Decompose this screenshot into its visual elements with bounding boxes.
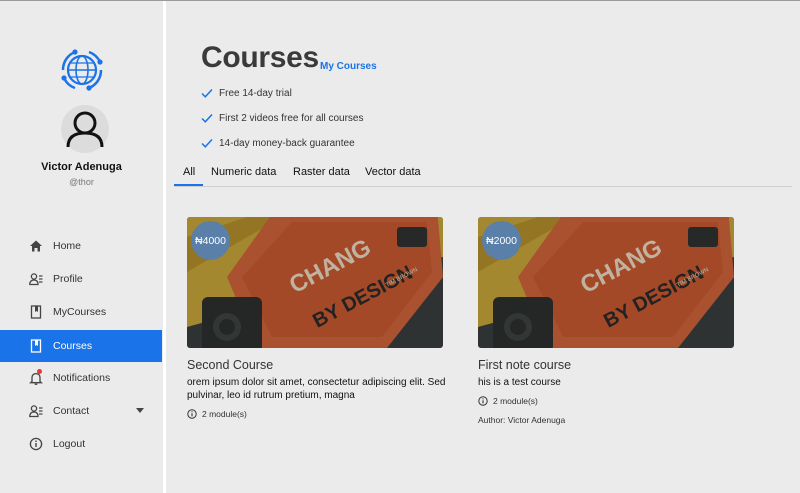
sidebar-item-label: MyCourses [53, 306, 107, 318]
sidebar-item-notifications[interactable]: Notifications [0, 362, 162, 394]
sidebar-item-logout[interactable]: Logout [0, 428, 162, 460]
sidebar-item-mycourses[interactable]: MyCourses [0, 296, 162, 328]
profile-icon [29, 273, 43, 286]
sidebar-item-label: Logout [53, 438, 86, 450]
sidebar-item-label: Profile [53, 273, 83, 285]
check-icon [201, 138, 213, 148]
active-tab-indicator [174, 184, 203, 186]
feature-item: First 2 videos free for all courses [201, 112, 461, 128]
price-badge: ₦4000 [191, 221, 230, 260]
feature-item: 14-day money-back guarantee [201, 137, 461, 153]
my-courses-link[interactable]: My Courses [320, 61, 377, 72]
feature-item: Free 14-day trial [201, 87, 461, 103]
person-icon [66, 111, 104, 148]
course-thumbnail[interactable]: CHANG BY DESIGN TIM BROWN ₦2000 [478, 217, 734, 348]
tab-vector-data[interactable]: Vector data [365, 166, 421, 178]
course-description: his is a test course [478, 377, 561, 388]
tab-all[interactable]: All [183, 166, 195, 178]
course-description: orem ipsum dolor sit amet, consectetur a… [187, 377, 446, 401]
course-author: Author: Victor Adenuga [478, 415, 566, 425]
feature-text: First 2 videos free for all courses [219, 113, 364, 124]
user-name: Victor Adenuga [41, 161, 122, 173]
module-count: 2 module(s) [202, 409, 247, 419]
page-title: Courses [201, 41, 319, 74]
book-icon [30, 305, 42, 319]
course-title[interactable]: Second Course [187, 358, 273, 372]
tab-numeric-data[interactable]: Numeric data [211, 166, 276, 178]
contact-icon [29, 405, 43, 418]
sidebar-item-profile[interactable]: Profile [0, 263, 162, 295]
home-icon [30, 240, 42, 252]
module-count: 2 module(s) [493, 396, 538, 406]
info-icon [187, 409, 197, 419]
avatar[interactable] [61, 105, 109, 153]
sidebar-item-label: Notifications [53, 372, 111, 384]
feature-text: 14-day money-back guarantee [219, 138, 355, 149]
sidebar-item-contact[interactable]: Contact [0, 395, 162, 427]
sidebar-item-label: Home [53, 240, 82, 252]
chevron-down-icon[interactable] [136, 408, 144, 413]
sidebar-item-courses[interactable]: Courses [0, 330, 162, 362]
notification-badge [37, 369, 42, 374]
user-handle: @thor [69, 177, 94, 187]
info-icon [29, 437, 43, 451]
sidebar: Victor Adenuga @thor Home Profile MyCour… [0, 1, 163, 493]
book-icon [30, 339, 42, 353]
check-icon [201, 113, 213, 123]
feature-text: Free 14-day trial [219, 88, 292, 99]
check-icon [201, 88, 213, 98]
sidebar-item-label: Contact [53, 405, 90, 417]
logo-icon [57, 45, 107, 95]
main-content: Courses My Courses Free 14-day trial Fir… [166, 1, 800, 493]
course-title[interactable]: First note course [478, 358, 571, 372]
category-tabs: All Numeric data Raster data Vector data [174, 161, 792, 187]
price-badge: ₦2000 [482, 221, 521, 260]
info-icon [478, 396, 488, 406]
tab-raster-data[interactable]: Raster data [293, 166, 350, 178]
sidebar-item-label: Courses [53, 340, 93, 352]
sidebar-item-home[interactable]: Home [0, 230, 162, 262]
course-thumbnail[interactable]: CHANG BY DESIGN TIM BROWN ₦4000 [187, 217, 443, 348]
